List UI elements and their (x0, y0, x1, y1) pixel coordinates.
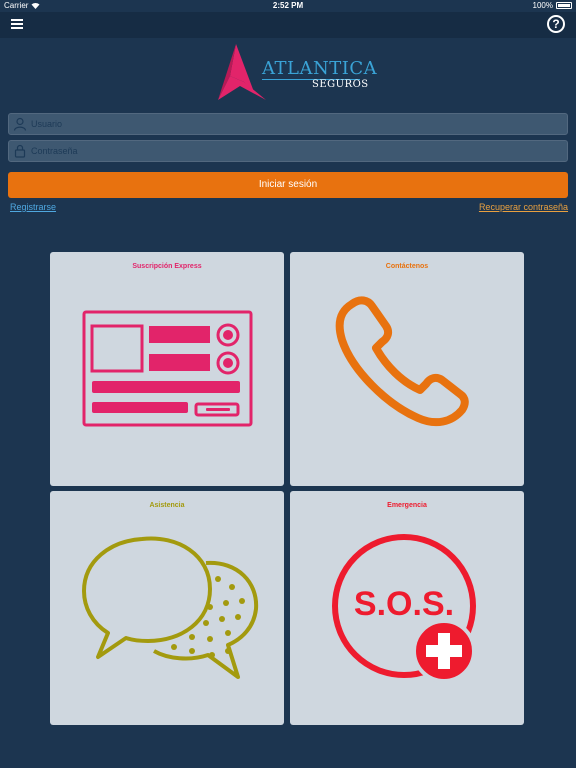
sos-label: S.O.S. (354, 585, 454, 623)
atlantica-logo: ATLANTICA SEGUROS (214, 42, 377, 102)
battery-indicator: 100% (533, 1, 572, 10)
battery-icon (556, 2, 572, 9)
chat-bubbles-icon (82, 536, 259, 679)
username-input[interactable] (31, 114, 561, 134)
user-icon (13, 117, 27, 131)
tile-suscripcion-express[interactable]: Suscripción Express (50, 252, 284, 486)
form-icon (82, 310, 253, 427)
logo-subtitle: SEGUROS (312, 79, 369, 90)
username-field[interactable] (8, 113, 568, 135)
status-bar: Carrier 2:52 PM 100% (0, 0, 576, 12)
tile-contactenos[interactable]: Contáctenos (290, 252, 524, 486)
recover-password-link[interactable]: Recuperar contraseña (479, 202, 568, 212)
password-input[interactable] (31, 141, 561, 161)
register-link[interactable]: Registrarse (10, 202, 56, 212)
tile-emergencia[interactable]: Emergencia S.O.S. (290, 491, 524, 725)
sos-icon: S.O.S. (332, 534, 476, 683)
help-button[interactable]: ? (547, 15, 565, 33)
phone-icon (335, 296, 469, 427)
navbar: ? (0, 12, 576, 38)
menu-icon[interactable] (11, 19, 23, 29)
battery-percent: 100% (532, 1, 553, 10)
tile-asistencia[interactable]: Asistencia (50, 491, 284, 725)
clock: 2:52 PM (272, 1, 304, 10)
login-button[interactable]: Iniciar sesión (8, 172, 568, 198)
password-field[interactable] (8, 140, 568, 162)
lock-icon (14, 144, 26, 158)
logo-name: ATLANTICA (262, 58, 378, 79)
